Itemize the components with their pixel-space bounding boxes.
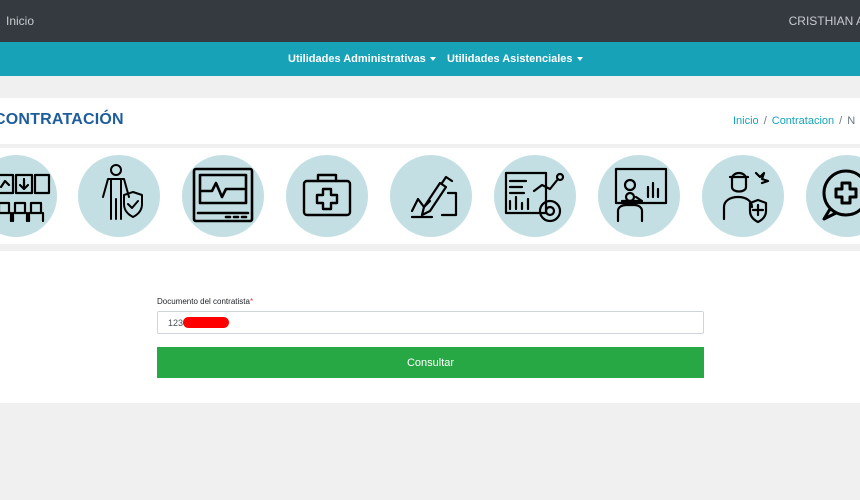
menu-label: Utilidades Administrativas xyxy=(288,53,426,65)
home-link[interactable]: Inicio xyxy=(6,14,34,28)
menu-utilidades-asistenciales[interactable]: Utilidades Asistenciales xyxy=(447,53,583,65)
breadcrumb-separator: / xyxy=(839,115,843,127)
breadcrumb-contratacion[interactable]: Contratacion xyxy=(772,115,834,127)
document-field-label: Documento del contratista* xyxy=(157,297,253,306)
waiting-room-icon[interactable] xyxy=(0,155,57,237)
module-icon-strip xyxy=(0,148,860,244)
menu-utilidades-administrativas[interactable]: Utilidades Administrativas xyxy=(288,53,436,65)
top-bar: Inicio CRISTHIAN A xyxy=(0,0,860,42)
main-nav: Utilidades Administrativas Utilidades As… xyxy=(0,42,860,76)
injured-patient-icon[interactable] xyxy=(702,155,784,237)
medical-chat-icon[interactable] xyxy=(806,155,860,237)
search-form-card: Documento del contratista* Consultar xyxy=(0,251,860,403)
document-input[interactable] xyxy=(157,311,704,334)
breadcrumb-inicio[interactable]: Inicio xyxy=(733,115,759,127)
user-name[interactable]: CRISTHIAN A xyxy=(789,14,860,28)
breadcrumb-separator: / xyxy=(763,115,767,127)
breadcrumb: Inicio / Contratacion / N xyxy=(733,115,855,127)
page-header: CONTRATACIÓN Inicio / Contratacion / N xyxy=(0,98,860,144)
monitor-icon[interactable] xyxy=(182,155,264,237)
consultar-button[interactable]: Consultar xyxy=(157,347,704,378)
breadcrumb-current: N xyxy=(847,115,856,127)
presentation-icon[interactable] xyxy=(598,155,680,237)
caret-down-icon xyxy=(429,57,436,62)
first-aid-kit-icon[interactable] xyxy=(286,155,368,237)
page-title: CONTRATACIÓN xyxy=(0,111,124,128)
insured-person-icon[interactable] xyxy=(78,155,160,237)
document-label-text: Documento del contratista xyxy=(157,297,250,306)
caret-down-icon xyxy=(576,57,583,62)
required-mark: * xyxy=(249,297,254,306)
redaction-mark xyxy=(183,317,229,328)
analytics-dashboard-icon[interactable] xyxy=(494,155,576,237)
menu-label: Utilidades Asistenciales xyxy=(447,53,573,65)
signing-contract-icon[interactable] xyxy=(390,155,472,237)
